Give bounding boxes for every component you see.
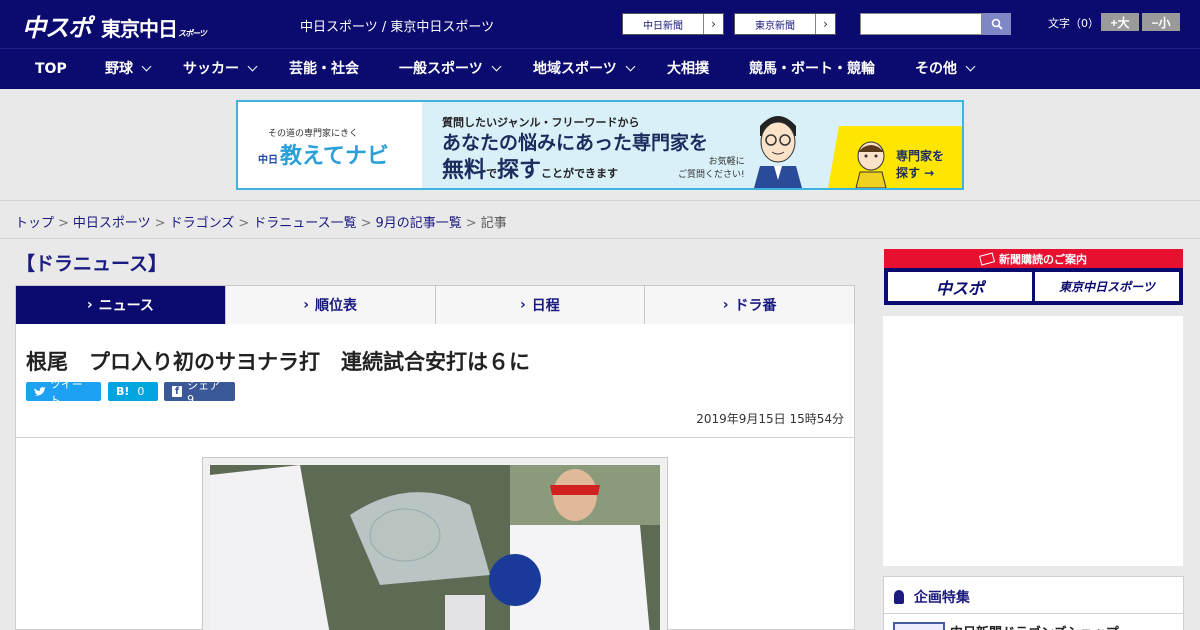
font-size-label: 文字（0） [1048,17,1099,30]
facebook-icon: f [172,386,183,397]
nav-item-baseball[interactable]: 野球 [105,49,152,90]
breadcrumb-dragons[interactable]: ドラゴンズ [170,216,235,231]
chevron-down-icon [965,61,976,72]
chevron-right-icon: › [303,297,310,313]
ribbon-icon [894,590,904,604]
nav-item-racing[interactable]: 競馬・ボート・競輪 [749,49,875,90]
chevron-down-icon [141,61,152,72]
search-icon [991,18,1003,30]
subscribe-chuspo-button[interactable]: 中スポ [888,272,1032,301]
tab-schedule[interactable]: › 日程 [436,286,646,324]
search-input[interactable] [860,13,982,35]
chevron-down-icon [491,61,502,72]
breadcrumb-top[interactable]: トップ [15,216,54,231]
breadcrumb-dora-news[interactable]: ドラニュース一覧 [253,216,356,231]
nav-item-regional-sports[interactable]: 地域スポーツ [533,49,636,90]
banner-brand-panel: その道の専門家にきく 中日教えてナビ [238,102,422,188]
dragons-shop-thumbnail[interactable] [893,622,945,630]
chunichi-shimbun-link[interactable]: 中日新聞 › [622,13,724,35]
celebration-photo-illustration [210,465,660,630]
breadcrumb-current: 記事 [480,216,507,231]
article-date: 2019年9月15日 15時54分 [696,412,844,426]
top-header: 中スポ 東京中日スポーツ 中日スポーツ / 東京中日スポーツ 中日新聞 › 東京新… [0,0,1200,48]
feature-box: 企画特集 中日新聞ドラゴンズショップ [883,576,1184,630]
subscription-heading: 新聞購読のご案内 [884,249,1183,268]
nav-item-other[interactable]: その他 [915,49,976,90]
tab-dora-ban[interactable]: › ドラ番 [645,286,854,324]
sidebar-ad-space [883,316,1183,566]
breadcrumb: トップ > 中日スポーツ > ドラゴンズ > ドラニュース一覧 >9月の記事一覧 > 記事 [15,216,507,231]
section-title: 【ドラニュース】 [16,253,168,275]
article-photo-frame [202,457,668,630]
nav-item-top[interactable]: TOP [35,49,67,90]
twitter-icon [34,386,46,396]
font-larger-button[interactable]: +大 [1101,13,1139,31]
search-button[interactable] [982,13,1011,35]
chevron-right-icon: › [815,14,835,34]
nav-item-sumo[interactable]: 大相撲 [667,49,709,90]
facebook-share-button[interactable]: f シェア 9 [164,379,235,406]
chevron-right-icon: › [519,297,526,313]
subscribe-tokyo-chunichi-button[interactable]: 東京中日スポーツ [1035,272,1179,301]
breadcrumb-chunichi-sports[interactable]: 中日スポーツ [73,216,151,231]
font-smaller-button[interactable]: −小 [1142,13,1180,31]
main-nav: TOP 野球 サッカー 芸能・社会 一般スポーツ 地域スポーツ 大相撲 競馬・ボ… [0,48,1200,89]
breadcrumb-september[interactable]: 9月の記事一覧 [376,216,462,231]
feature-item-dragons-shop[interactable]: 中日新聞ドラゴンズショップ [950,622,1119,630]
thinking-person-icon [855,141,887,188]
hatena-icon: B! [116,385,130,398]
tab-standings[interactable]: › 順位表 [226,286,436,324]
banner-brand-logo: 中日教えてナビ [258,144,389,169]
chevron-right-icon: › [722,297,729,313]
divider [884,613,1183,614]
nav-item-entertainment[interactable]: 芸能・社会 [289,49,359,90]
chevron-right-icon: › [703,14,723,34]
article-photo[interactable] [210,465,660,630]
article-headline: 根尾 プロ入り初のサヨナラ打 連続試合安打は６に [26,350,530,374]
banner-note: お気軽に ご質問ください! [678,157,745,180]
nav-item-general-sports[interactable]: 一般スポーツ [399,49,502,90]
site-logo[interactable]: 中スポ 東京中日スポーツ [22,8,207,43]
oshiete-navi-banner[interactable]: その道の専門家にきく 中日教えてナビ 質問したいジャンル・フリーワードから あな… [236,100,964,190]
breadcrumb-bar: トップ > 中日スポーツ > ドラゴンズ > ドラニュース一覧 >9月の記事一覧 > 記事 [0,200,1200,239]
article: 根尾 プロ入り初のサヨナラ打 連続試合安打は６に ツイート B! 0 f シェア… [15,324,855,630]
banner-line3: 無料で探すことができます [442,158,619,183]
newspaper-icon [978,251,996,266]
news-tabs: › ニュース › 順位表 › 日程 › ドラ番 [15,285,855,331]
expert-illustration-icon [754,116,802,188]
tweet-button[interactable]: ツイート [26,378,101,407]
site-name: 中日スポーツ / 東京中日スポーツ [300,20,495,35]
divider [16,437,854,438]
subscription-box: 新聞購読のご案内 中スポ 東京中日スポーツ [884,249,1183,305]
chevron-right-icon: › [86,297,93,313]
feature-title: 企画特集 [894,587,970,607]
banner-cta-label: 専門家を 探す → [896,149,945,180]
tokyo-shimbun-link[interactable]: 東京新聞 › [734,13,836,35]
chevron-down-icon [247,61,258,72]
hatena-bookmark-button[interactable]: B! 0 [108,382,158,401]
tab-news[interactable]: › ニュース [16,286,226,331]
chevron-down-icon [625,61,636,72]
nav-item-soccer[interactable]: サッカー [183,49,258,90]
